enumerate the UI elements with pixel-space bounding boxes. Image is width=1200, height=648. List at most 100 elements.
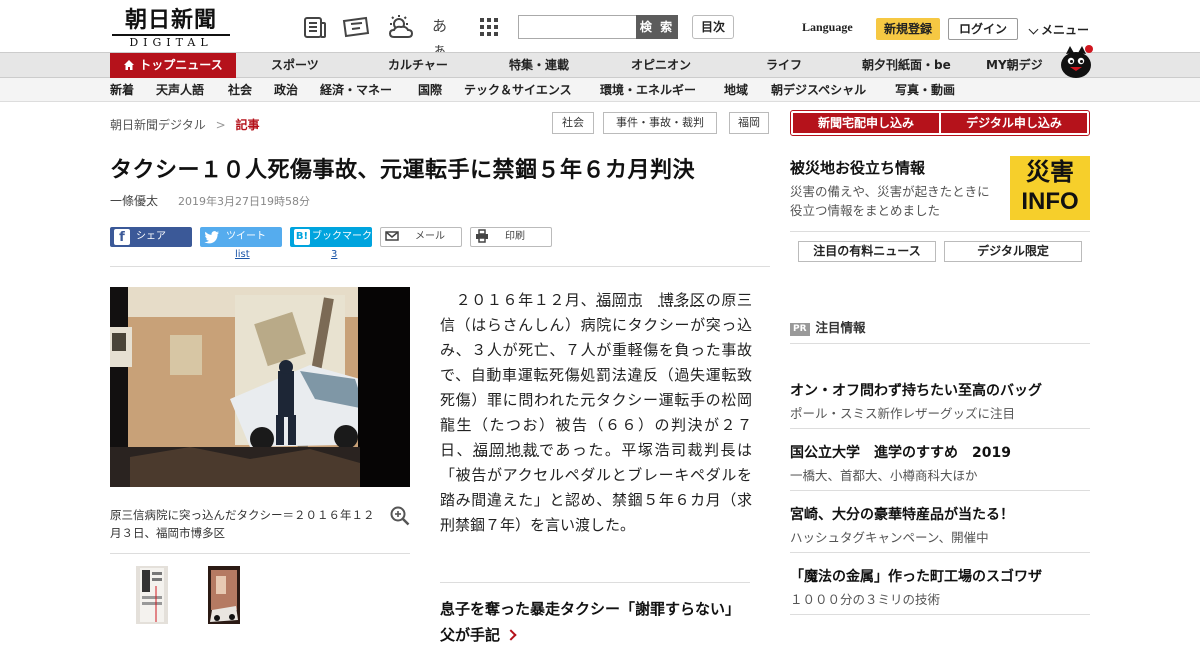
logo-subtitle: DIGITAL bbox=[112, 34, 230, 49]
subnav-item[interactable]: 社会 bbox=[228, 78, 252, 102]
site-logo[interactable]: 朝日新聞 DIGITAL bbox=[112, 7, 230, 49]
grid-apps-icon[interactable] bbox=[478, 14, 504, 40]
divider bbox=[790, 490, 1090, 491]
breadcrumb: 朝日新聞デジタル > 記事 bbox=[110, 116, 260, 133]
pr-item-title[interactable]: オン・オフ問わず持ちたい至高のバッグ bbox=[790, 380, 1042, 400]
print-label: 印刷 bbox=[505, 231, 525, 242]
nav-item-paper[interactable]: 朝夕刊紙面・be bbox=[862, 53, 951, 78]
mail-icon bbox=[385, 229, 401, 245]
digital-only-button[interactable]: デジタル限定 bbox=[944, 241, 1082, 262]
subnav-item[interactable]: 朝デジスペシャル bbox=[771, 78, 866, 102]
subnav-item[interactable]: 天声人語 bbox=[156, 78, 204, 102]
paid-news-button[interactable]: 注目の有料ニュース bbox=[798, 241, 936, 262]
body-text bbox=[643, 291, 659, 309]
facebook-share-label: シェア bbox=[136, 231, 166, 242]
logo-title: 朝日新聞 bbox=[124, 7, 217, 33]
mail-label: メール bbox=[415, 231, 445, 242]
article-photo[interactable] bbox=[110, 287, 410, 487]
subnav-item[interactable]: テック＆サイエンス bbox=[464, 78, 572, 102]
pr-item-subtitle: １０００分の３ミリの技術 bbox=[790, 592, 941, 607]
pr-item-subtitle: ハッシュタグキャンペーン、開催中 bbox=[790, 530, 989, 545]
search-button[interactable]: 検 索 bbox=[636, 15, 678, 39]
breadcrumb-current: 記事 bbox=[235, 118, 260, 132]
pr-item-title[interactable]: 「魔法の金属」作った町工場のスゴワザ bbox=[790, 566, 1042, 586]
weather-icon[interactable] bbox=[386, 14, 414, 40]
divider bbox=[440, 582, 750, 583]
home-icon bbox=[123, 55, 135, 80]
pr-section-header: PR 注目情報 bbox=[790, 317, 866, 336]
pr-item-subtitle: 一橋大、首都大、小樽商科大ほか bbox=[790, 468, 978, 483]
zoom-icon[interactable] bbox=[390, 506, 410, 526]
subnav-item[interactable]: 新着 bbox=[110, 78, 134, 102]
subnav-item[interactable]: 経済・マネー bbox=[320, 78, 392, 102]
photo-caption: 原三信病院に突っ込んだタクシー＝２０１６年１２月３日、福岡市博多区 bbox=[110, 508, 375, 540]
disaster-info-title[interactable]: 被災地お役立ち情報 bbox=[790, 157, 925, 178]
toc-button[interactable]: 目次 bbox=[692, 15, 734, 39]
menu-label: メニュー bbox=[1041, 23, 1090, 37]
subnav-item[interactable]: 地域 bbox=[724, 78, 748, 102]
hatena-bookmark-button[interactable]: B! ブックマーク bbox=[290, 227, 372, 247]
twitter-count[interactable]: list bbox=[235, 249, 250, 260]
pr-section-title: 注目情報 bbox=[815, 320, 866, 335]
search-input[interactable] bbox=[518, 15, 638, 39]
subnav-item[interactable]: 国際 bbox=[418, 78, 442, 102]
divider bbox=[110, 553, 410, 554]
body-link-fukuoka-city[interactable]: 福岡市 bbox=[596, 291, 643, 309]
nav-item-opinion[interactable]: オピニオン bbox=[631, 53, 691, 78]
menu-button[interactable]: メニュー bbox=[1028, 21, 1089, 38]
primary-nav: トップニュース スポーツ カルチャー 特集・連載 オピニオン ライフ 朝夕刊紙面… bbox=[0, 52, 1200, 78]
subnav-item[interactable]: 環境・エネルギー bbox=[600, 78, 696, 102]
subnav-item[interactable]: 政治 bbox=[274, 78, 298, 102]
pr-badge: PR bbox=[790, 323, 810, 336]
print-button[interactable]: 印刷 bbox=[470, 227, 552, 247]
nav-item-life[interactable]: ライフ bbox=[766, 53, 802, 78]
apply-paper-button[interactable]: 新聞宅配申し込み bbox=[793, 113, 939, 133]
body-link-fukuoka-court[interactable]: 福岡地裁 bbox=[473, 441, 539, 459]
disaster-info-banner[interactable]: 災害 INFO bbox=[1010, 156, 1090, 220]
twitter-share-button[interactable]: ツイート bbox=[200, 227, 282, 247]
hatena-count[interactable]: 3 bbox=[331, 249, 337, 260]
apply-digital-button[interactable]: デジタル申し込み bbox=[941, 113, 1087, 133]
chevron-right-icon bbox=[505, 629, 517, 641]
body-text: の原三信（はらさんしん）病院にタクシーが突っ込み、３人が死亡、７人が重軽傷を負っ… bbox=[440, 291, 752, 459]
nav-item-features[interactable]: 特集・連載 bbox=[509, 53, 569, 78]
mail-share-button[interactable]: メール bbox=[380, 227, 462, 247]
related-article-link[interactable]: 息子を奪った暴走タクシー「謝罪すらない」 父が手記 bbox=[440, 596, 760, 648]
twitter-share-label: ツイート bbox=[226, 231, 266, 242]
divider bbox=[790, 231, 1090, 232]
register-button[interactable]: 新規登録 bbox=[876, 18, 940, 40]
disaster-banner-kanji: 災害 bbox=[1026, 158, 1074, 186]
pr-item-subtitle: ポール・スミス新作レザーグッズに注目 bbox=[790, 406, 1016, 421]
login-button[interactable]: ログイン bbox=[948, 18, 1018, 40]
disaster-banner-info: INFO bbox=[1021, 188, 1079, 215]
chevron-down-icon bbox=[1028, 24, 1039, 34]
tag-fukuoka[interactable]: 福岡 bbox=[729, 112, 769, 134]
divider bbox=[790, 614, 1090, 615]
subnav-item[interactable]: 写真・動画 bbox=[895, 78, 955, 102]
language-link[interactable]: Language bbox=[802, 20, 853, 35]
body-text: ２０１６年１２月、 bbox=[440, 291, 597, 309]
article-body: ２０１６年１２月、福岡市 博多区の原三信（はらさんしん）病院にタクシーが突っ込み… bbox=[440, 288, 752, 538]
facebook-share-button[interactable]: f シェア bbox=[110, 227, 192, 247]
secondary-nav: 新着 天声人語 社会 政治 経済・マネー 国際 テック＆サイエンス 環境・エネル… bbox=[0, 78, 1200, 102]
nav-item-top-news[interactable]: トップニュース bbox=[110, 53, 236, 78]
tag-society[interactable]: 社会 bbox=[552, 112, 594, 134]
divider bbox=[790, 552, 1090, 553]
breadcrumb-home[interactable]: 朝日新聞デジタル bbox=[110, 118, 206, 132]
site-header: 朝日新聞 DIGITAL あぁ 検 索 目次 Language 新規登録 ログイ… bbox=[0, 0, 1200, 59]
photo-thumbnail[interactable] bbox=[136, 566, 168, 624]
tag-incidents[interactable]: 事件・事故・裁判 bbox=[603, 112, 717, 134]
nav-item-culture[interactable]: カルチャー bbox=[388, 53, 448, 78]
pr-item-title[interactable]: 宮崎、大分の豪華特産品が当たる！ bbox=[790, 504, 1014, 524]
breadcrumb-separator: > bbox=[215, 118, 226, 132]
newspaper-icon[interactable] bbox=[302, 14, 328, 40]
photo-thumbnail[interactable] bbox=[208, 566, 240, 624]
ticket-icon[interactable] bbox=[342, 14, 370, 40]
font-size-icon[interactable]: あぁ bbox=[432, 14, 460, 59]
nav-item-my-asadigi[interactable]: MY朝デジ bbox=[986, 53, 1043, 78]
body-link-hakata-ward[interactable]: 博多区 bbox=[659, 291, 706, 309]
related-article-title: 息子を奪った暴走タクシー「謝罪すらない」 父が手記 bbox=[440, 600, 741, 644]
mascot-icon[interactable] bbox=[1058, 44, 1094, 78]
nav-item-sports[interactable]: スポーツ bbox=[271, 53, 319, 78]
pr-item-title[interactable]: 国公立大学 進学のすすめ 2019 bbox=[790, 442, 1011, 462]
